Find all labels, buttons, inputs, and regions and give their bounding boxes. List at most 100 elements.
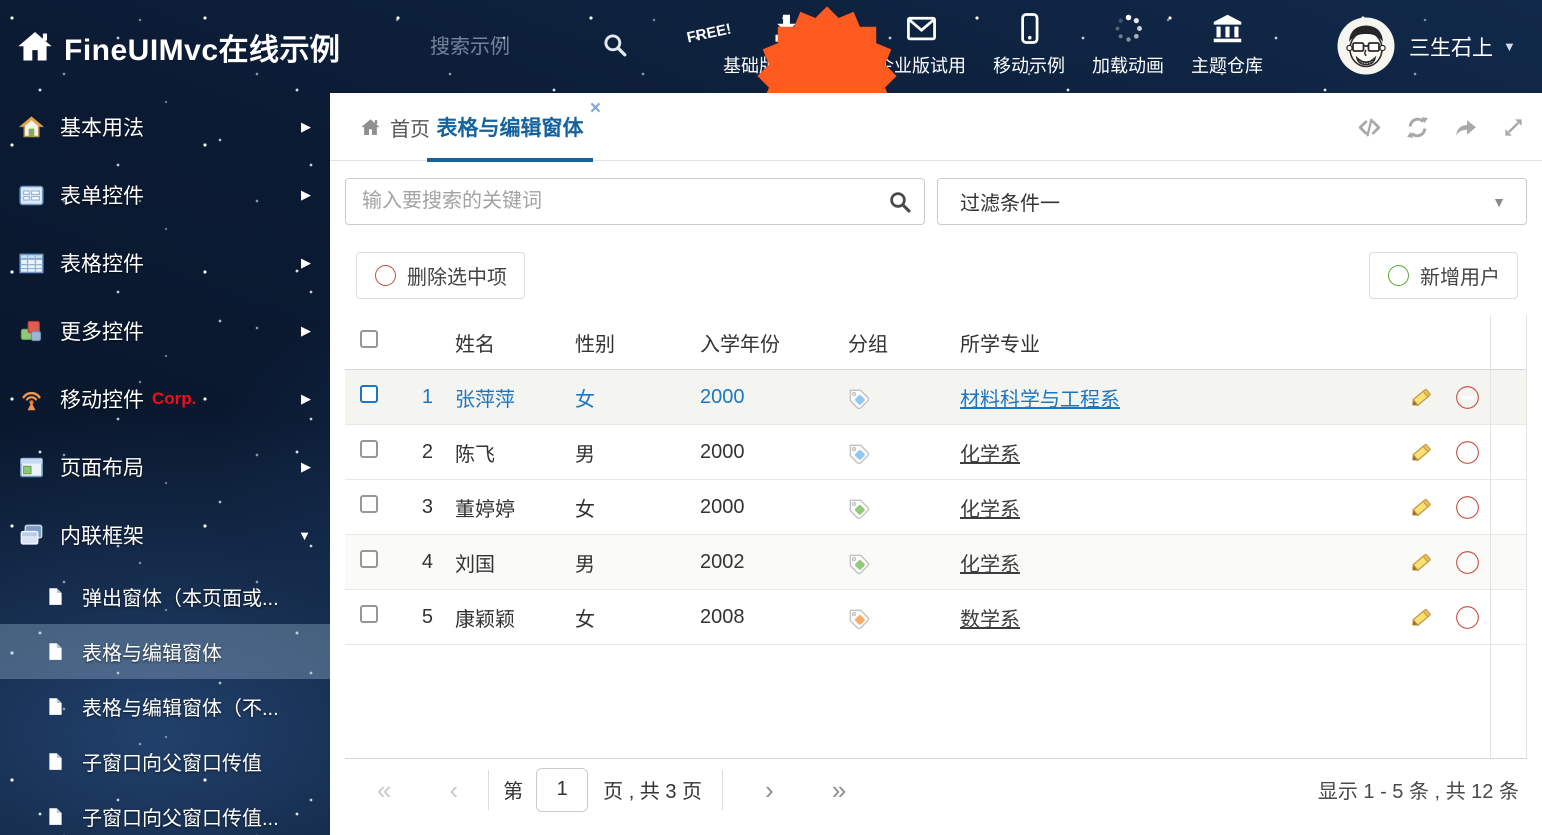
delete-selected-button[interactable]: 删除选中项 (356, 252, 525, 299)
chevron-down-icon: ▼ (1492, 193, 1506, 210)
tag-icon (844, 604, 871, 631)
table-row[interactable]: 2 陈飞 男 2000 化学系 (345, 425, 1527, 480)
expand-icon[interactable] (1501, 115, 1526, 140)
search-icon[interactable] (888, 190, 912, 214)
keyword-search-input[interactable] (345, 178, 925, 225)
sidebar-item-page-layout[interactable]: 页面布局 ▶ (0, 433, 330, 501)
cell-year: 2002 (700, 550, 745, 573)
sidebar-subitem-popup-window[interactable]: 弹出窗体（本页面或... (0, 569, 330, 624)
major-link[interactable]: 数学系 (960, 609, 1020, 631)
cell-gender: 女 (575, 608, 595, 631)
chevron-right-icon: ▶ (301, 119, 311, 134)
sidebar-subitem-grid-edit-window-2[interactable]: 表格与编辑窗体（不... (0, 679, 330, 734)
table-row[interactable]: 5 康颖颖 女 2008 数学系 (345, 590, 1527, 645)
first-page-button[interactable]: « (377, 777, 391, 803)
column-header-name[interactable]: 姓名 (433, 328, 553, 357)
avatar[interactable] (1337, 17, 1395, 75)
app-title: FineUIMvc在线示例 (64, 33, 341, 67)
tag-icon (844, 384, 871, 411)
antenna-icon (18, 386, 45, 413)
sidebar-item-mobile-controls[interactable]: 移动控件 Corp. ▶ (0, 365, 330, 433)
column-header-gender[interactable]: 性别 (553, 328, 678, 357)
nav-item-mobile-demo[interactable]: 移动示例 (993, 12, 1065, 78)
major-link[interactable]: 材料科学与工程系 (960, 389, 1120, 411)
major-link[interactable]: 化学系 (960, 499, 1020, 521)
page-label-prefix: 第 (503, 781, 524, 803)
row-checkbox[interactable] (360, 495, 378, 513)
sidebar: 基本用法 ▶ 表单控件 ▶ 表格控件 ▶ 更多控件 ▶ 移动控件 Corp. ▶… (0, 93, 330, 835)
delete-icon[interactable] (1455, 605, 1480, 630)
last-page-button[interactable]: » (832, 777, 846, 803)
user-menu[interactable]: 三生石上 ▼ (1409, 0, 1516, 93)
cubes-icon (18, 318, 45, 345)
close-icon[interactable]: × (590, 99, 601, 118)
page-number-input[interactable] (536, 767, 589, 812)
column-header-group[interactable]: 分组 (826, 328, 938, 357)
header-nav: FREE! 基础版（免费） 企业版试用 移动示例 加载动画 主题仓库 (685, 12, 1263, 78)
search-icon[interactable] (602, 32, 628, 58)
tab-home[interactable]: 首页 (360, 93, 430, 161)
delete-icon[interactable] (1455, 385, 1480, 410)
nav-item-theme-repo[interactable]: 主题仓库 (1191, 12, 1263, 78)
table-row[interactable]: 3 董婷婷 女 2000 化学系 (345, 480, 1527, 535)
grid-header-row: 姓名 性别 入学年份 分组 所学专业 (345, 315, 1527, 370)
nav-item-basic-edition[interactable]: FREE! 基础版（免费） (685, 12, 849, 78)
column-header-major[interactable]: 所学专业 (938, 328, 1398, 357)
tab-grid-edit-window[interactable]: 表格与编辑窗体 × (427, 93, 601, 162)
refresh-icon[interactable] (1405, 115, 1430, 140)
table-row[interactable]: 4 刘国 男 2002 化学系 (345, 535, 1527, 590)
edit-icon[interactable] (1409, 440, 1434, 465)
sidebar-item-more-controls[interactable]: 更多控件 ▶ (0, 297, 330, 365)
edit-icon[interactable] (1409, 495, 1434, 520)
tag-icon (844, 494, 871, 521)
nav-item-loading-animation[interactable]: 加载动画 (1092, 12, 1164, 78)
select-all-checkbox[interactable] (360, 330, 378, 348)
next-page-button[interactable]: › (765, 777, 774, 803)
delete-icon[interactable] (1455, 495, 1480, 520)
row-checkbox[interactable] (360, 440, 378, 458)
row-number: 2 (421, 440, 433, 463)
sidebar-subitem-child-to-parent[interactable]: 子窗口向父窗口传值 (0, 734, 330, 789)
sidebar-item-iframe[interactable]: 内联框架 ▼ (0, 501, 330, 569)
chevron-right-icon: ▶ (301, 187, 311, 202)
cell-gender: 男 (575, 443, 595, 466)
column-header-year[interactable]: 入学年份 (678, 328, 826, 357)
chevron-right-icon: ▶ (301, 323, 311, 338)
sidebar-item-form-controls[interactable]: 表单控件 ▶ (0, 161, 330, 229)
filter-dropdown[interactable]: 过滤条件一 ▼ (937, 178, 1527, 225)
share-icon[interactable] (1453, 115, 1478, 140)
add-user-button[interactable]: 新增用户 (1369, 252, 1518, 299)
sidebar-item-grid-controls[interactable]: 表格控件 ▶ (0, 229, 330, 297)
logo-home-icon[interactable] (16, 28, 54, 66)
sidebar-subitem-child-to-parent-2[interactable]: 子窗口向父窗口传值... (0, 789, 330, 835)
user-grid: 姓名 性别 入学年份 分组 所学专业 1 张萍萍 女 2000 材料科学与工程系 (345, 315, 1527, 645)
delete-icon[interactable] (1455, 440, 1480, 465)
cell-year: 2000 (700, 385, 745, 408)
row-checkbox[interactable] (360, 385, 378, 403)
sidebar-subitem-grid-edit-window[interactable]: 表格与编辑窗体 (0, 624, 330, 679)
chevron-down-icon: ▼ (298, 527, 311, 543)
edit-icon[interactable] (1409, 385, 1434, 410)
file-icon (45, 641, 66, 662)
header-search-input[interactable] (430, 30, 588, 64)
cell-name: 陈飞 (455, 443, 495, 466)
tab-strip: 首页 表格与编辑窗体 × (330, 93, 1542, 162)
delete-icon[interactable] (1455, 550, 1480, 575)
tab-toolbar (1357, 93, 1526, 161)
source-code-icon[interactable] (1357, 115, 1382, 140)
major-link[interactable]: 化学系 (960, 554, 1020, 576)
row-number: 1 (421, 385, 433, 408)
row-checkbox[interactable] (360, 605, 378, 623)
prev-page-button[interactable]: ‹ (449, 777, 458, 803)
major-link[interactable]: 化学系 (960, 444, 1020, 466)
edit-icon[interactable] (1409, 605, 1434, 630)
main-panel: 首页 表格与编辑窗体 × 过滤条件一 ▼ 删除选中项 (330, 93, 1542, 835)
table-row[interactable]: 1 张萍萍 女 2000 材料科学与工程系 (345, 370, 1527, 425)
cell-name: 张萍萍 (455, 388, 515, 411)
sidebar-item-basic-usage[interactable]: 基本用法 ▶ (0, 93, 330, 161)
plus-circle-icon (1387, 264, 1410, 287)
edit-icon[interactable] (1409, 550, 1434, 575)
record-summary: 显示 1 - 5 条 , 共 12 条 (1317, 781, 1519, 803)
row-checkbox[interactable] (360, 550, 378, 568)
chevron-right-icon: ▶ (301, 255, 311, 270)
